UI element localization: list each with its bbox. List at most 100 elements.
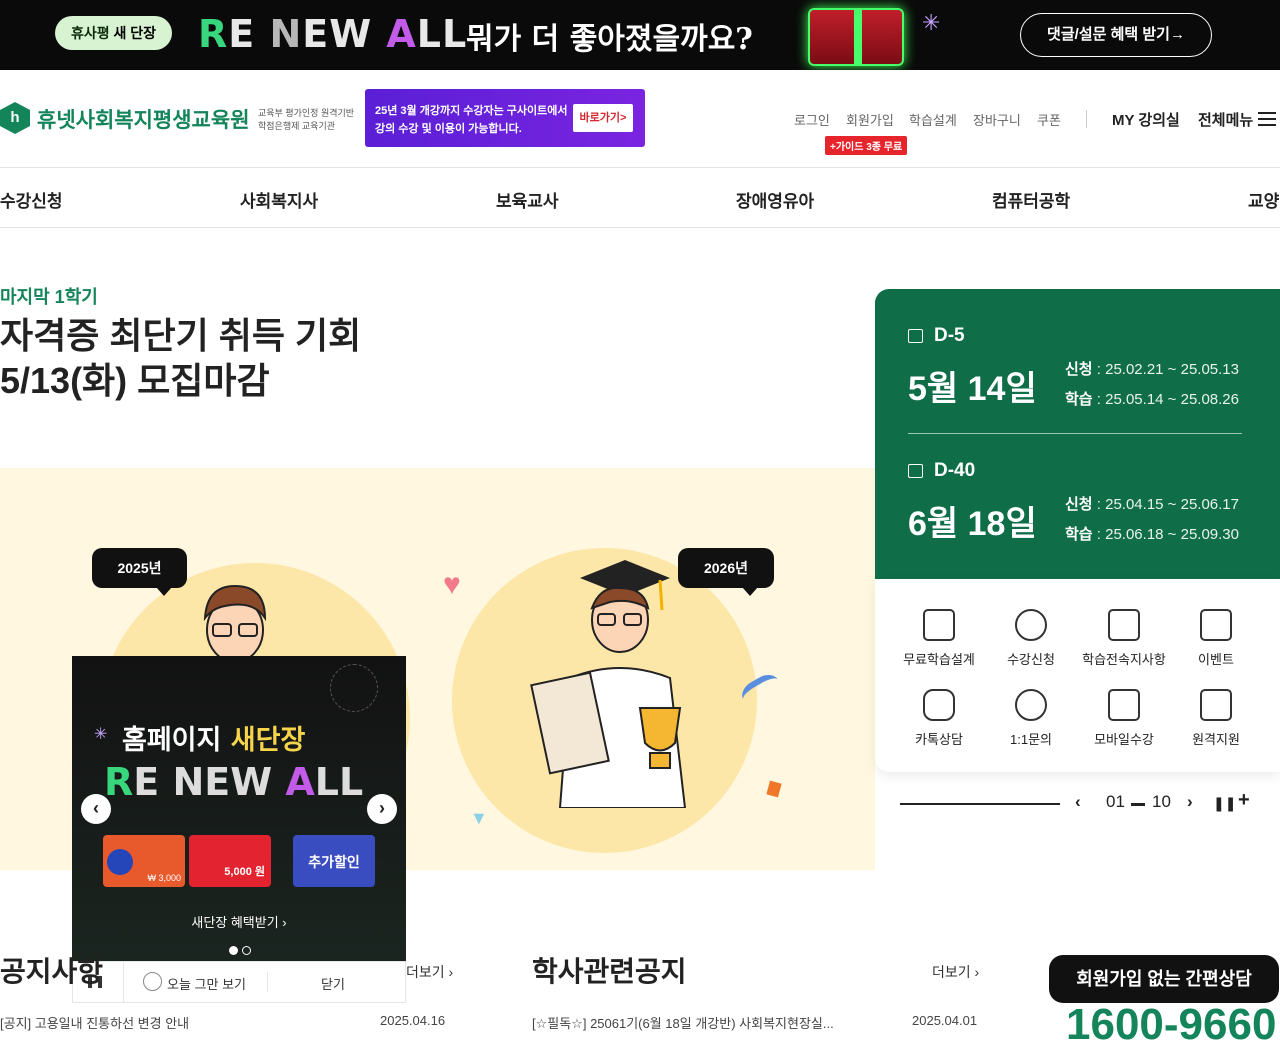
coupon-card-1: ₩ 3,000 bbox=[103, 835, 185, 887]
renew-ew: EW bbox=[204, 760, 286, 804]
popup-headline: 홈페이지 새단장 bbox=[122, 718, 305, 757]
quick-label: 1:1문의 bbox=[1010, 732, 1052, 747]
hero-title: 자격증 최단기 취득 기회 5/13(화) 모집마감 bbox=[0, 313, 361, 403]
coupon-card-3: 추가할인 bbox=[293, 835, 375, 887]
quick-label: 카톡상담 bbox=[915, 732, 963, 747]
clipboard-icon bbox=[923, 609, 955, 641]
logo-sub-line1: 교육부 평가인정 원격기반 bbox=[258, 108, 355, 118]
banner-question: 뭐가 더 좋아졌을까요? bbox=[466, 22, 753, 57]
quick-label: 무료학습설계 bbox=[903, 652, 975, 667]
slider-pause-icon[interactable]: ❚❚ bbox=[1213, 795, 1236, 812]
signup-link[interactable]: 회원가입 bbox=[846, 110, 894, 129]
study-plan-link[interactable]: 학습설계 bbox=[909, 110, 957, 129]
top-event-banner[interactable]: 휴사평 새 단장 RE NEW ALL 뭐가 더 좋아졌을까요? ✳ 댓글/설문… bbox=[0, 0, 1280, 70]
phone-number: 1600-9660 bbox=[1066, 1000, 1277, 1049]
quick-menu: 무료학습설계 수강신청 학습전속지사항 이벤트 카톡상담 1:1문의 모바일수강… bbox=[875, 579, 1280, 772]
nav-disabled-infant[interactable]: 장애영유아 bbox=[736, 187, 814, 212]
all-menu-link[interactable]: 전체메뉴 bbox=[1198, 109, 1253, 130]
start-date-2: 6월 18일 bbox=[908, 505, 1037, 543]
brand-circle-icon bbox=[107, 849, 133, 875]
neon-gift-icon bbox=[808, 8, 904, 66]
comment-survey-button[interactable]: 댓글/설문 혜택 받기→ bbox=[1020, 13, 1212, 57]
calendar-icon bbox=[908, 329, 923, 343]
slider-next-button[interactable]: › bbox=[1187, 792, 1193, 812]
nav-enroll[interactable]: 수강신청 bbox=[0, 187, 63, 212]
popup-dot-active[interactable] bbox=[229, 946, 238, 955]
nav-liberal-arts[interactable]: 교양 bbox=[1248, 187, 1279, 212]
popup-benefit-link[interactable]: 새단장 혜택받기 › bbox=[72, 912, 406, 931]
popup-dot[interactable] bbox=[242, 946, 251, 955]
quick-free-study-plan[interactable]: 무료학습설계 bbox=[893, 609, 985, 668]
notice-more-link[interactable]: 더보기 › bbox=[406, 962, 453, 982]
old-site-promo-banner[interactable]: 25년 3월 개강까지 수강자는 구사이트에서 강의 수강 및 이용이 가능합니… bbox=[365, 89, 645, 147]
popup-next-arrow-icon[interactable]: › bbox=[367, 794, 397, 824]
quick-study-notice[interactable]: 학습전속지사항 bbox=[1078, 609, 1170, 668]
nav-social-worker[interactable]: 사회복지사 bbox=[240, 187, 318, 212]
graduate-icon bbox=[530, 560, 687, 808]
quick-remote-support[interactable]: 원격지원 bbox=[1170, 689, 1262, 748]
document-search-icon bbox=[1108, 609, 1140, 641]
login-link[interactable]: 로그인 bbox=[794, 110, 830, 129]
popup-today-close[interactable]: 오늘 그만 보기 bbox=[167, 974, 246, 993]
hamburger-icon[interactable] bbox=[1258, 112, 1276, 126]
coupon-card-2: 5,000 원 bbox=[189, 835, 271, 887]
dday-2: D-40 bbox=[934, 460, 976, 481]
popup-prev-arrow-icon[interactable]: ‹ bbox=[81, 794, 111, 824]
promo-go-button[interactable]: 바로가기> bbox=[573, 104, 633, 132]
renew-n: N bbox=[269, 12, 303, 56]
hero-kicker: 마지막 1학기 bbox=[0, 287, 98, 307]
mobile-icon bbox=[1108, 689, 1140, 721]
nav-childcare-teacher[interactable]: 보육교사 bbox=[496, 187, 559, 212]
nav-computer-engineering[interactable]: 컴퓨터공학 bbox=[992, 187, 1070, 212]
my-classroom-link[interactable]: MY 강의실 bbox=[1112, 109, 1180, 130]
heart-icon: ♥ bbox=[443, 568, 461, 601]
pill-bold: 새 단장 bbox=[113, 25, 157, 41]
renew-a: A bbox=[285, 760, 315, 804]
hero-slider-controls: ‹ 01 10 › ❚❚ + bbox=[875, 783, 1280, 823]
renew-r: R bbox=[198, 12, 229, 56]
quick-enroll[interactable]: 수강신청 bbox=[985, 609, 1077, 668]
confetti-orange bbox=[766, 780, 782, 798]
promo-line2: 강의 수강 및 이용이 가능합니다. bbox=[375, 123, 522, 135]
academic-more-link[interactable]: 더보기 › bbox=[932, 962, 979, 982]
notice-row[interactable]: [공지] 고용일내 진통하선 변경 안내 bbox=[0, 1013, 189, 1032]
renew-r: R bbox=[104, 760, 134, 804]
quick-label: 모바일수강 bbox=[1094, 732, 1154, 747]
hero-title-line1: 자격증 최단기 취득 기회 bbox=[0, 315, 362, 356]
check-circle-icon[interactable] bbox=[143, 972, 162, 991]
quick-one-on-one[interactable]: 1:1문의 bbox=[985, 689, 1077, 748]
logo-icon[interactable]: h bbox=[0, 102, 30, 134]
academic-notice-row[interactable]: [☆필독☆] 25061기(6월 18일 개강반) 사회복지현장실... bbox=[532, 1013, 834, 1032]
main-navigation: 수강신청 사회복지사 보육교사 장애영유아 컴퓨터공학 교양 bbox=[0, 168, 1280, 228]
card3-label: 추가할인 bbox=[308, 854, 360, 870]
quick-label: 원격지원 bbox=[1192, 732, 1240, 747]
logo-subtitle: 교육부 평가인정 원격기반 학점은행제 교육기관 bbox=[258, 107, 354, 133]
slider-plus-icon[interactable]: + bbox=[1238, 789, 1250, 812]
quick-kakao-talk[interactable]: 카톡상담 bbox=[893, 689, 985, 748]
quick-label: 학습전속지사항 bbox=[1082, 652, 1166, 667]
coupon-link[interactable]: 쿠폰 bbox=[1037, 110, 1061, 129]
hero-title-line2: 5/13(화) 모집마감 bbox=[0, 360, 270, 401]
popup-headline-a: 홈페이지 bbox=[122, 725, 231, 756]
quick-mobile[interactable]: 모바일수강 bbox=[1078, 689, 1170, 748]
talk-icon bbox=[923, 689, 955, 721]
promo-line1: 25년 3월 개강까지 수강자는 bbox=[375, 105, 507, 117]
logo-name[interactable]: 휴넷사회복지평생교육원 bbox=[37, 104, 250, 134]
study-period-1: 학습 : 25.05.14 ~ 25.08.26 bbox=[1065, 388, 1239, 409]
slider-separator bbox=[1131, 803, 1145, 806]
apply-range-2: : 25.04.15 ~ 25.06.17 bbox=[1092, 496, 1239, 513]
quick-event[interactable]: 이벤트 bbox=[1170, 609, 1262, 668]
apply-label-1: 신청 bbox=[1065, 361, 1093, 378]
schedule-divider bbox=[908, 433, 1242, 434]
slider-current: 01 bbox=[1106, 792, 1125, 811]
cart-link[interactable]: 장바구니 bbox=[973, 110, 1021, 129]
popup-footer: ❚❚ 오늘 그만 보기 닫기 bbox=[72, 961, 406, 1003]
renewal-popup[interactable]: ✳ 홈페이지 새단장 RE NEW ALL ₩ 3,000 5,000 원 추가… bbox=[72, 656, 406, 961]
slider-prev-button[interactable]: ‹ bbox=[1075, 792, 1081, 812]
quick-consult-button[interactable]: 회원가입 없는 간편상담 bbox=[1049, 955, 1279, 1003]
study-label-2: 학습 bbox=[1065, 526, 1093, 543]
popup-close-button[interactable]: 닫기 bbox=[321, 974, 345, 993]
year-bubble-2025: 2025년 bbox=[92, 548, 187, 596]
confetti-triangle: ▼ bbox=[470, 808, 488, 828]
firework-icon bbox=[330, 664, 378, 712]
